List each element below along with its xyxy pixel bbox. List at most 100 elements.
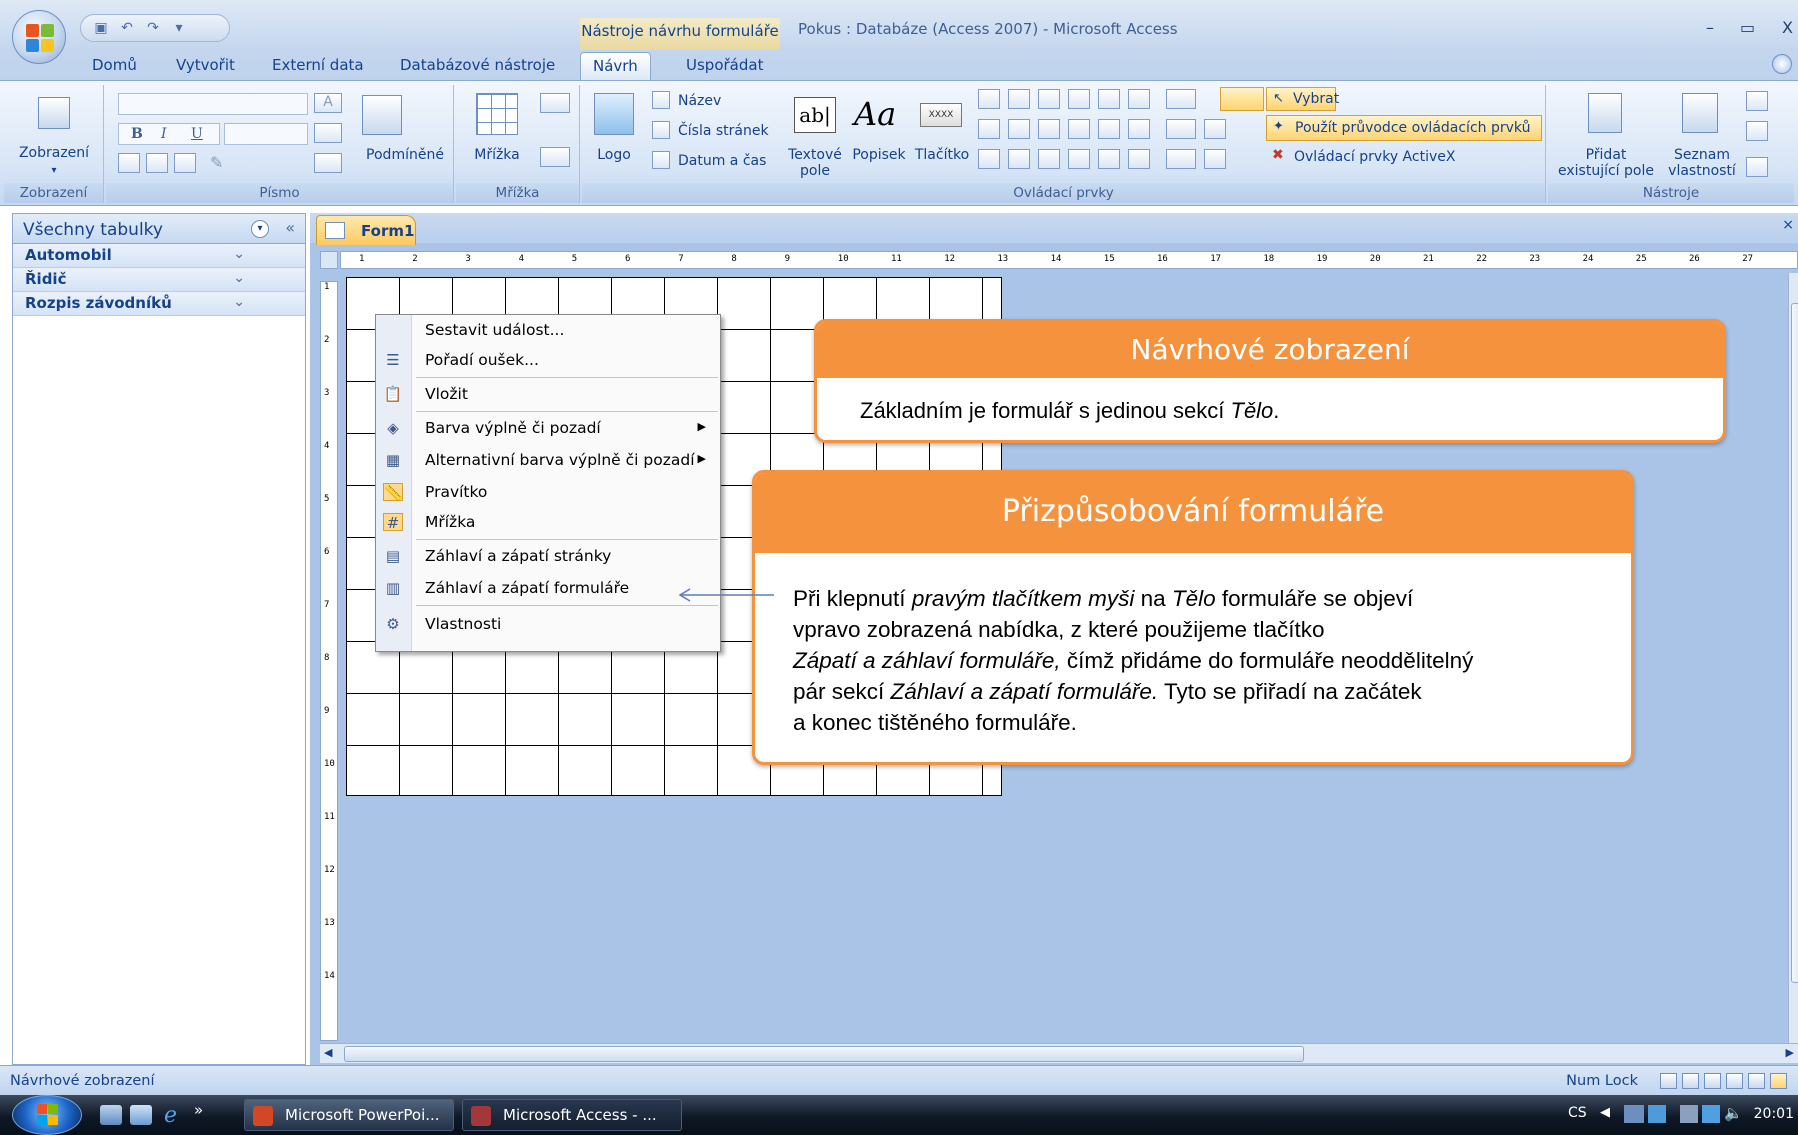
convert-macros-icon[interactable]	[1746, 121, 1768, 141]
bold-icon[interactable]: B	[131, 126, 143, 142]
tab-create[interactable]: Vytvořit	[176, 56, 235, 74]
title-button[interactable]: Název	[678, 93, 721, 109]
nav-group-ridic[interactable]: Řidič ⌄	[13, 268, 305, 292]
insert-picture-icon[interactable]	[1098, 149, 1120, 169]
align-right-icon[interactable]	[174, 153, 196, 173]
nav-header[interactable]: Všechny tabulky ▾ «	[13, 214, 305, 244]
select-button[interactable]: ↖ Vybrat	[1266, 87, 1339, 111]
redo-icon[interactable]: ↷	[145, 20, 161, 36]
clock[interactable]: 20:01	[1754, 1106, 1794, 1122]
button-button[interactable]: Tlačítko	[912, 147, 972, 163]
expand-chevron-icon[interactable]: ⌄	[233, 270, 245, 286]
vertical-scrollbar[interactable]	[1788, 273, 1798, 1043]
menu-item-paste[interactable]: 📋 Vložit	[376, 379, 720, 409]
nav-menu-chevron-icon[interactable]: ▾	[251, 220, 269, 238]
close-button[interactable]: X	[1782, 18, 1793, 37]
horizontal-scrollbar[interactable]: ◀ ▶	[320, 1043, 1798, 1063]
line-thickness-icon[interactable]	[1166, 89, 1196, 109]
option-button-icon[interactable]	[1038, 149, 1060, 169]
pivot-chart-view-icon[interactable]	[1726, 1073, 1743, 1089]
line-type-icon[interactable]	[1166, 119, 1196, 139]
default-tool-toggle[interactable]	[1220, 87, 1264, 111]
page-break-icon[interactable]	[1068, 149, 1090, 169]
network-status-icon[interactable]	[1702, 1105, 1720, 1123]
toggle-button-icon[interactable]	[1008, 149, 1030, 169]
menu-item-properties[interactable]: ⚙ Vlastnosti	[376, 609, 720, 639]
line-style-icon[interactable]	[540, 93, 570, 113]
date-time-button[interactable]: Datum a čas	[678, 153, 766, 169]
align-center-icon[interactable]	[146, 153, 168, 173]
menu-item-grid[interactable]: # Mřížka	[376, 507, 720, 537]
horizontal-scroll-thumb[interactable]	[344, 1046, 1304, 1062]
font-size-combo[interactable]	[224, 123, 308, 145]
office-button[interactable]	[12, 10, 66, 64]
list-box-icon[interactable]	[978, 119, 1000, 139]
pivot-table-view-icon[interactable]	[1704, 1073, 1721, 1089]
battery-icon[interactable]	[1680, 1105, 1698, 1123]
label-button[interactable]: Popisek	[848, 147, 910, 163]
tab-arrange[interactable]: Uspořádat	[686, 56, 763, 74]
menu-item-ruler[interactable]: 📏 Pravítko	[376, 477, 720, 507]
internet-explorer-icon[interactable]: e	[164, 1103, 177, 1128]
conditional-button[interactable]: Podmíněné	[360, 147, 450, 163]
font-name-combo[interactable]	[118, 93, 308, 115]
minimize-button[interactable]: –	[1706, 18, 1714, 37]
expand-chevron-icon[interactable]: ⌄	[233, 246, 245, 262]
switch-windows-icon[interactable]	[130, 1105, 152, 1125]
line-icon[interactable]	[1008, 89, 1030, 109]
grid-button[interactable]: Mřížka	[462, 147, 532, 163]
view-button[interactable]: Zobrazení	[4, 145, 104, 161]
taskbar-overflow-chevron[interactable]: »	[194, 1101, 203, 1119]
gridlines-icon[interactable]	[314, 153, 342, 173]
tab-control-icon[interactable]	[1128, 89, 1150, 109]
tab-home[interactable]: Domů	[92, 56, 137, 74]
chart-icon[interactable]	[1098, 89, 1120, 109]
activex-button[interactable]: Ovládací prvky ActiveX	[1294, 149, 1455, 165]
set-control-defaults-icon[interactable]	[1204, 149, 1226, 169]
network-icon[interactable]	[1624, 1105, 1644, 1123]
combo-box-icon[interactable]	[978, 89, 1000, 109]
form-view-icon[interactable]	[1660, 1073, 1677, 1089]
rectangle-icon[interactable]	[1008, 119, 1030, 139]
vertical-ruler[interactable]: 1 2 3 4 5 6 7 8 9 10 11 12 13 14	[320, 281, 338, 1041]
menu-item-fill-color[interactable]: ◈ Barva výplně či pozadí ▶	[376, 413, 720, 443]
view-code-icon[interactable]	[1746, 91, 1768, 111]
align-left-icon[interactable]	[118, 153, 140, 173]
nav-group-automobil[interactable]: Automobil ⌄	[13, 244, 305, 268]
language-indicator[interactable]: CS	[1568, 1105, 1587, 1121]
subform-icon[interactable]	[1068, 89, 1090, 109]
menu-item-alt-fill-color[interactable]: ▦ Alternativní barva výplně či pozadí ▶	[376, 445, 720, 475]
horizontal-ruler[interactable]: 1 2 3 4 5 6 7 8 9 10 11 12 13 14 15 16 17 18 19 20 21 22 23 24 2…	[340, 251, 1798, 269]
line-color-control-icon[interactable]	[1166, 149, 1196, 169]
attachment-icon[interactable]	[1128, 149, 1150, 169]
scroll-left-icon[interactable]: ◀	[324, 1046, 332, 1059]
layout-view-icon[interactable]	[1748, 1073, 1765, 1089]
chevron-down-icon[interactable]: ▾	[4, 163, 104, 179]
italic-icon[interactable]: I	[161, 126, 167, 142]
collapse-pane-icon[interactable]: «	[285, 218, 295, 237]
update-icon[interactable]	[1648, 1105, 1666, 1123]
tab-database-tools[interactable]: Databázové nástroje	[400, 56, 555, 74]
vertical-scroll-thumb[interactable]	[1791, 303, 1798, 983]
checkbox-icon[interactable]	[1038, 119, 1060, 139]
menu-item-build-event[interactable]: Sestavit událost...	[376, 315, 720, 345]
undo-icon[interactable]: ↶	[119, 20, 135, 36]
save-icon[interactable]: ▣	[93, 20, 109, 36]
option-group-icon[interactable]	[978, 149, 1000, 169]
close-document-icon[interactable]: ×	[1782, 217, 1794, 233]
unbound-frame-icon[interactable]	[1038, 89, 1060, 109]
line-color-icon[interactable]	[540, 147, 570, 167]
subform-new-window-icon[interactable]	[1746, 157, 1768, 177]
format-painter-icon[interactable]: ✎	[210, 153, 223, 172]
menu-item-page-header-footer[interactable]: ▤ Záhlaví a zápatí stránky	[376, 541, 720, 571]
tab-external-data[interactable]: Externí data	[272, 56, 364, 74]
textbox-button[interactable]: Textové pole	[784, 147, 846, 179]
menu-item-form-header-footer[interactable]: ▥ Záhlaví a zápatí formuláře	[376, 573, 720, 603]
scroll-right-icon[interactable]: ▶	[1786, 1046, 1794, 1059]
logo-button[interactable]: Logo	[588, 147, 640, 163]
add-existing-fields-button[interactable]: Přidat existující pole	[1554, 147, 1658, 179]
expand-chevron-icon[interactable]: ⌄	[233, 294, 245, 310]
customize-qat-icon[interactable]: ▾	[171, 20, 187, 36]
start-button[interactable]	[12, 1095, 82, 1135]
image-icon[interactable]	[1098, 119, 1120, 139]
